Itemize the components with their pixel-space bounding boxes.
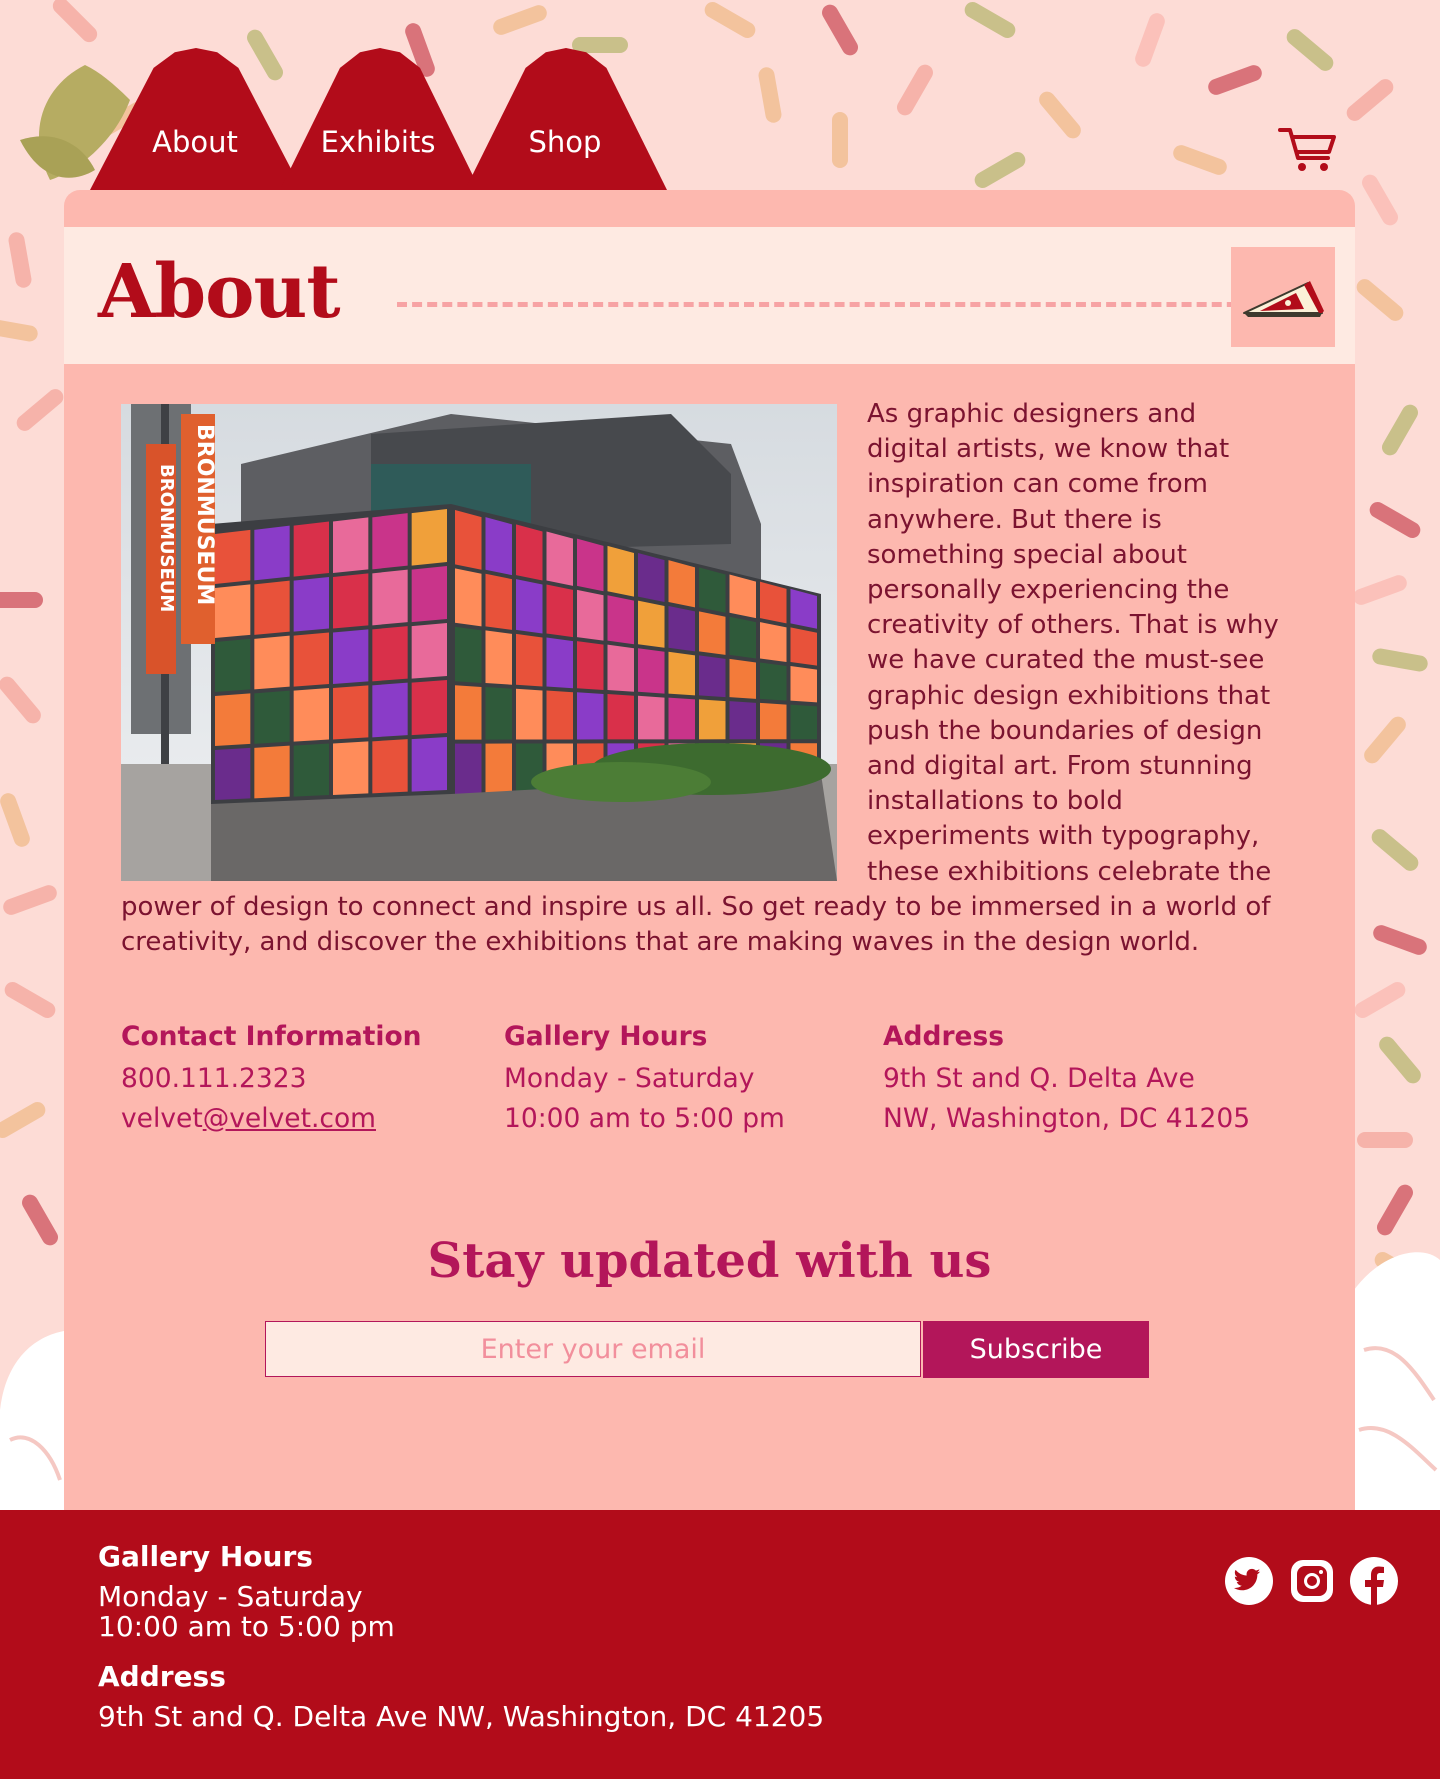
- about-paragraph: As graphic designers and digital artists…: [121, 397, 1281, 960]
- subscribe-button[interactable]: Subscribe: [923, 1321, 1149, 1378]
- hours-heading: Gallery Hours: [504, 1021, 708, 1052]
- sprinkle: [1353, 575, 1407, 605]
- about-card: About BRONMUSEUM BRONMUSEUM As graphic d…: [64, 190, 1355, 1510]
- sprinkle: [1371, 829, 1419, 871]
- footer-hours-time: 10:00 am to 5:00 pm: [98, 1610, 395, 1643]
- gallery-hours: Gallery Hours Monday - Saturday 10:00 am…: [504, 1022, 785, 1144]
- footer-address-heading: Address: [98, 1660, 226, 1693]
- sprinkle: [16, 389, 64, 431]
- email-user: velvet: [121, 1103, 203, 1134]
- address-info: Address 9th St and Q. Delta Ave NW, Wash…: [883, 1022, 1250, 1144]
- email-input[interactable]: [265, 1321, 921, 1377]
- hours-days: Monday - Saturday: [504, 1063, 755, 1094]
- sprinkle: [0, 676, 41, 724]
- address-line-1: 9th St and Q. Delta Ave: [883, 1063, 1195, 1094]
- sprinkle: [4, 982, 56, 1018]
- pizza-slice-button[interactable]: [1231, 247, 1335, 347]
- sprinkle: [3, 885, 57, 915]
- title-divider: [397, 302, 1267, 307]
- footer: Gallery Hours Monday - Saturday 10:00 am…: [0, 1510, 1440, 1779]
- sprinkle: [1357, 1132, 1413, 1148]
- card-header: About: [64, 227, 1355, 364]
- footer-hours-heading: Gallery Hours: [98, 1540, 313, 1573]
- cream-right-decoration: [1354, 1252, 1440, 1520]
- cream-left-decoration: [0, 1330, 70, 1520]
- sprinkle: [1364, 716, 1406, 764]
- sprinkle: [1356, 279, 1404, 321]
- address-heading: Address: [883, 1021, 1005, 1052]
- contact-phone[interactable]: 800.111.2323: [121, 1064, 422, 1094]
- sprinkle: [1382, 404, 1418, 456]
- sprinkle: [1354, 982, 1406, 1018]
- footer-address-line: 9th St and Q. Delta Ave NW, Washington, …: [98, 1700, 825, 1733]
- sprinkle: [22, 1194, 58, 1246]
- sprinkle: [0, 793, 30, 847]
- address-line-2: NW, Washington, DC 41205: [883, 1103, 1251, 1134]
- sprinkle: [1369, 502, 1421, 538]
- nav-tab-shop[interactable]: [465, 48, 667, 190]
- facebook-icon[interactable]: [1350, 1557, 1398, 1605]
- shopping-cart-icon[interactable]: [1278, 126, 1338, 174]
- email-link[interactable]: @velvet.com: [203, 1103, 376, 1134]
- sprinkle: [1379, 1036, 1421, 1084]
- sprinkle: [1372, 648, 1428, 672]
- page-title: About: [98, 249, 340, 335]
- sprinkle: [1373, 925, 1427, 955]
- nav-about-link[interactable]: About: [152, 125, 238, 159]
- footer-hours-days: Monday - Saturday: [98, 1580, 363, 1613]
- top-navigation: About Exhibits Shop: [0, 0, 1440, 190]
- hours-time: 10:00 am to 5:00 pm: [504, 1103, 785, 1134]
- image-float-spacer: [121, 397, 867, 889]
- nav-exhibits-link[interactable]: Exhibits: [321, 125, 436, 159]
- nav-tab-about[interactable]: [90, 48, 302, 190]
- twitter-icon[interactable]: [1225, 1557, 1273, 1605]
- sprinkle: [0, 318, 38, 342]
- contact-email[interactable]: velvet@velvet.com: [121, 1104, 422, 1134]
- nav-tab-exhibits[interactable]: [280, 48, 480, 190]
- contact-info: Contact Information 800.111.2323 velvet@…: [121, 1022, 422, 1144]
- sprinkle: [0, 592, 43, 608]
- sprinkle: [0, 1102, 46, 1138]
- pizza-slice-icon: [1243, 281, 1324, 317]
- sprinkle: [8, 232, 32, 288]
- instagram-icon[interactable]: [1288, 1557, 1336, 1605]
- subscribe-heading: Stay updated with us: [427, 1233, 992, 1289]
- contact-heading: Contact Information: [121, 1021, 422, 1052]
- nav-shop-link[interactable]: Shop: [529, 125, 602, 159]
